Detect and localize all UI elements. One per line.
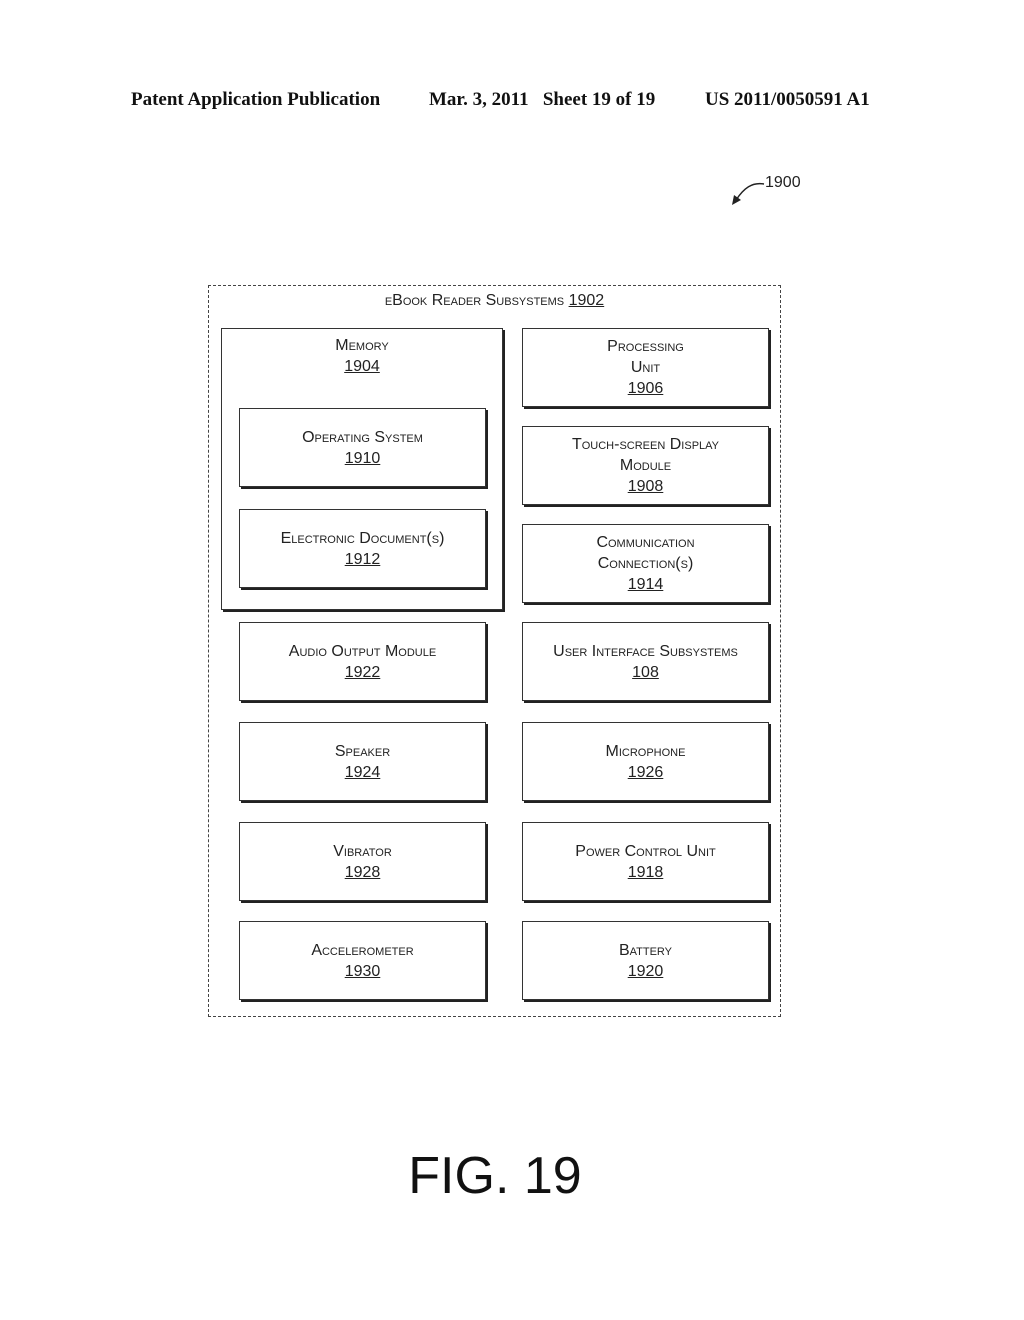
block-number: 1922: [344, 663, 381, 681]
block-label: Operating System: [302, 428, 423, 446]
vibrator-block: Vibrator 1928: [239, 822, 486, 901]
patent-number: US 2011/0050591 A1: [705, 89, 870, 110]
block-label: Communication Connection(s): [596, 534, 695, 572]
subsystems-title-label: eBook Reader Subsystems: [384, 292, 565, 309]
memory-number: 1904: [344, 358, 380, 375]
block-number: 1920: [627, 962, 664, 980]
microphone-block: Microphone 1926: [522, 722, 769, 801]
block-number: 1908: [627, 478, 664, 495]
memory-label: Memory: [335, 337, 389, 354]
subsystems-title-number: 1902: [568, 292, 605, 309]
block-label: Microphone: [605, 742, 686, 760]
user-interface-subsystems-block: User Interface Subsystems 108: [522, 622, 769, 701]
block-label: Accelerometer: [311, 941, 414, 959]
block-label: Touch-screen Display Module: [571, 436, 720, 474]
block-label: Power Control Unit: [575, 842, 716, 860]
battery-block: Battery 1920: [522, 921, 769, 1000]
block-label: Processing Unit: [607, 338, 684, 376]
block-number: 1924: [344, 763, 381, 781]
block-number: 1918: [627, 863, 664, 881]
block-number: 1926: [627, 763, 664, 781]
power-control-unit-block: Power Control Unit 1918: [522, 822, 769, 901]
block-label: Battery: [618, 941, 673, 959]
block-label: User Interface Subsystems: [553, 642, 738, 660]
accelerometer-block: Accelerometer 1930: [239, 921, 486, 1000]
block-label: Electronic Document(s): [280, 529, 445, 547]
block-number: 1928: [344, 863, 381, 881]
processing-unit-block: Processing Unit 1906: [522, 328, 769, 407]
block-number: 1910: [344, 449, 381, 467]
date-sheet-label: Mar. 3, 2011 Sheet 19 of 19: [429, 89, 656, 110]
audio-output-module-block: Audio Output Module 1922: [239, 622, 486, 701]
block-number: 108: [632, 663, 659, 681]
figure-caption: FIG. 19: [408, 1147, 582, 1205]
reference-arrow-icon: [732, 182, 765, 205]
block-number: 1906: [627, 380, 664, 397]
block-label: Audio Output Module: [288, 642, 437, 660]
communication-connections-block: Communication Connection(s) 1914: [522, 524, 769, 603]
operating-system-block: Operating System 1910: [239, 408, 486, 487]
block-number: 1914: [627, 576, 664, 593]
publication-label: Patent Application Publication: [131, 89, 381, 110]
figure-reference-number: 1900: [765, 174, 801, 191]
subsystems-title: eBook Reader Subsystems 1902: [208, 292, 781, 310]
electronic-documents-block: Electronic Document(s) 1912: [239, 509, 486, 588]
block-label: Speaker: [334, 742, 391, 760]
touch-screen-display-block: Touch-screen Display Module 1908: [522, 426, 769, 505]
block-number: 1912: [344, 550, 381, 568]
block-number: 1930: [344, 962, 381, 980]
speaker-block: Speaker 1924: [239, 722, 486, 801]
block-label: Vibrator: [333, 842, 392, 860]
